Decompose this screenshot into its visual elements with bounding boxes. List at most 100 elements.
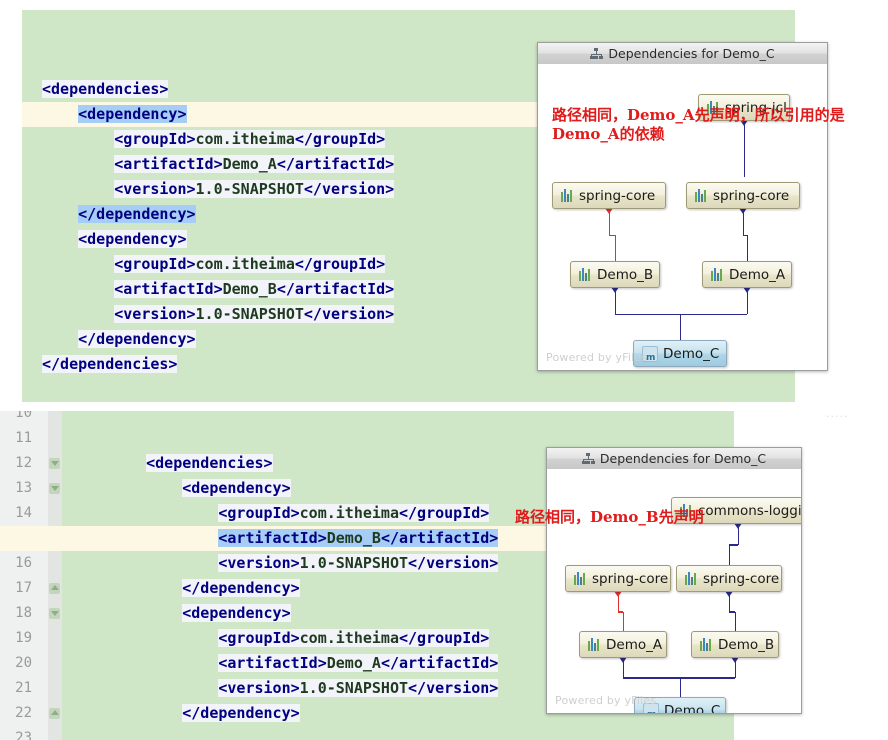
xml-tag: <artifactId> bbox=[218, 654, 327, 672]
dependency-graph-panel-bottom[interactable]: Dependencies for Demo_C commons-loggings… bbox=[546, 447, 802, 714]
annotation-top: 路径相同，Demo_A先声明，所以引用的是 Demo_A的依赖 bbox=[552, 106, 845, 143]
xml-tag: <dependencies> bbox=[146, 454, 273, 472]
xml-tag: </version> bbox=[303, 180, 395, 198]
xml-tag: </groupId> bbox=[294, 130, 386, 148]
xml-tag: <artifactId> bbox=[114, 280, 223, 298]
xml-tag: </dependency> bbox=[78, 330, 196, 348]
dependency-node[interactable]: spring-core bbox=[565, 565, 671, 592]
xml-text: com.itheima bbox=[299, 504, 399, 522]
dependency-node[interactable]: spring-core bbox=[676, 565, 782, 592]
xml-text: com.itheima bbox=[195, 255, 295, 273]
dependency-node[interactable]: Demo_B bbox=[691, 631, 779, 658]
yfiles-watermark: Powered by yFiles bbox=[546, 351, 648, 364]
xml-tag: <dependency> bbox=[182, 604, 291, 622]
dependency-node-label: Demo_A bbox=[606, 636, 663, 653]
dependency-edge bbox=[680, 313, 747, 315]
xml-tag: <artifactId> bbox=[218, 529, 327, 547]
dependency-panel-title: Dependencies for Demo_C bbox=[599, 451, 767, 466]
xml-tag: </version> bbox=[408, 554, 499, 572]
dependency-edge bbox=[614, 235, 616, 261]
dependency-node[interactable]: spring-core bbox=[552, 182, 666, 209]
xml-tag: </artifactId> bbox=[276, 280, 395, 298]
xml-tag: <groupId> bbox=[218, 629, 300, 647]
library-bars-icon bbox=[700, 638, 713, 651]
xml-tag: <dependency> bbox=[78, 105, 187, 123]
xml-tag: <dependency> bbox=[78, 230, 187, 248]
dependency-edge bbox=[679, 314, 681, 340]
dependency-node[interactable]: spring-core bbox=[686, 182, 800, 209]
dependency-node[interactable]: Demo_A bbox=[702, 261, 792, 288]
dependency-graph-panel-top[interactable]: Dependencies for Demo_C spring-jcl spring… bbox=[537, 42, 828, 371]
dependency-edge bbox=[622, 611, 624, 631]
xml-tag: <version> bbox=[218, 679, 300, 697]
dependency-node[interactable]: Demo_B bbox=[570, 261, 660, 288]
xml-text: 1.0-SNAPSHOT bbox=[195, 305, 304, 323]
dependency-node[interactable]: Demo_A bbox=[579, 631, 667, 658]
dependency-panel-title: Dependencies for Demo_C bbox=[608, 46, 775, 61]
annotation-bottom: 路径相同，Demo_B先声明 bbox=[515, 508, 704, 526]
xml-tag: <artifactId> bbox=[114, 155, 223, 173]
xml-tag: <groupId> bbox=[114, 255, 196, 273]
hierarchy-icon bbox=[581, 453, 595, 464]
library-bars-icon bbox=[579, 268, 592, 281]
library-bars-icon bbox=[574, 572, 587, 585]
dependency-edge bbox=[679, 677, 681, 697]
dependency-node-label: spring-core bbox=[592, 570, 669, 587]
dependency-node-label: Demo_B bbox=[597, 266, 654, 283]
xml-text: 1.0-SNAPSHOT bbox=[299, 679, 409, 697]
xml-text: Demo_B bbox=[222, 280, 277, 298]
dependency-node-label: spring-core bbox=[579, 187, 656, 204]
xml-tag: </version> bbox=[408, 679, 499, 697]
dependency-edge bbox=[734, 611, 736, 631]
dependency-graph-canvas[interactable]: commons-loggingspring-corespring-coreDem… bbox=[547, 469, 801, 713]
code-fold-toggle[interactable] bbox=[49, 483, 60, 494]
code-line[interactable] bbox=[42, 377, 795, 402]
dependency-node-label: Demo_B bbox=[718, 636, 775, 653]
overflow-ellipsis: ····· bbox=[826, 410, 849, 423]
library-bars-icon bbox=[711, 268, 724, 281]
code-fold-toggle[interactable] bbox=[49, 583, 60, 594]
library-bars-icon bbox=[588, 638, 601, 651]
xml-tag: <dependencies> bbox=[42, 80, 169, 98]
xml-tag: </dependency> bbox=[182, 579, 300, 597]
xml-tag: <version> bbox=[218, 554, 300, 572]
code-line[interactable] bbox=[110, 726, 734, 740]
dependency-edge bbox=[615, 313, 680, 315]
xml-text: 1.0-SNAPSHOT bbox=[299, 554, 409, 572]
xml-tag: <dependency> bbox=[182, 479, 291, 497]
xml-tag: </artifactId> bbox=[380, 654, 499, 672]
xml-tag: </dependency> bbox=[182, 704, 300, 722]
dependency-panel-titlebar: Dependencies for Demo_C bbox=[538, 43, 827, 65]
code-fold-toggle[interactable] bbox=[49, 708, 60, 719]
dependency-node-label: Demo_A bbox=[729, 266, 786, 283]
dependency-node-label: Demo_C bbox=[663, 345, 720, 362]
xml-text: Demo_B bbox=[326, 529, 381, 547]
xml-tag: <version> bbox=[114, 180, 196, 198]
yfiles-watermark: Powered by yFiles bbox=[555, 694, 657, 707]
xml-tag: <version> bbox=[114, 305, 196, 323]
xml-tag: </artifactId> bbox=[380, 529, 499, 547]
xml-tag: </groupId> bbox=[399, 629, 490, 647]
dependency-panel-titlebar: Dependencies for Demo_C bbox=[547, 448, 801, 470]
xml-tag: <groupId> bbox=[114, 130, 196, 148]
xml-tag: <groupId> bbox=[218, 504, 300, 522]
dependency-node-label: spring-core bbox=[713, 187, 790, 204]
xml-text: 1.0-SNAPSHOT bbox=[195, 180, 304, 198]
dependency-edge bbox=[623, 677, 680, 679]
xml-tag: </groupId> bbox=[399, 504, 490, 522]
dependency-node-label: spring-core bbox=[703, 570, 780, 587]
xml-text: Demo_A bbox=[326, 654, 381, 672]
screenshot-root: <version>1.0-SNAPSHOT</version><dependen… bbox=[0, 0, 888, 740]
code-fold-toggle[interactable] bbox=[49, 608, 60, 619]
xml-tag: </dependency> bbox=[78, 205, 196, 223]
xml-text: Demo_A bbox=[222, 155, 277, 173]
xml-text: com.itheima bbox=[299, 629, 399, 647]
xml-tag: </version> bbox=[303, 305, 395, 323]
library-bars-icon bbox=[561, 189, 574, 202]
dependency-node-label: Demo_C bbox=[664, 702, 721, 714]
code-fold-toggle[interactable] bbox=[49, 458, 60, 469]
dependency-edge bbox=[728, 544, 730, 565]
library-bars-icon bbox=[685, 572, 698, 585]
dependency-edge bbox=[680, 677, 735, 679]
library-bars-icon bbox=[695, 189, 708, 202]
